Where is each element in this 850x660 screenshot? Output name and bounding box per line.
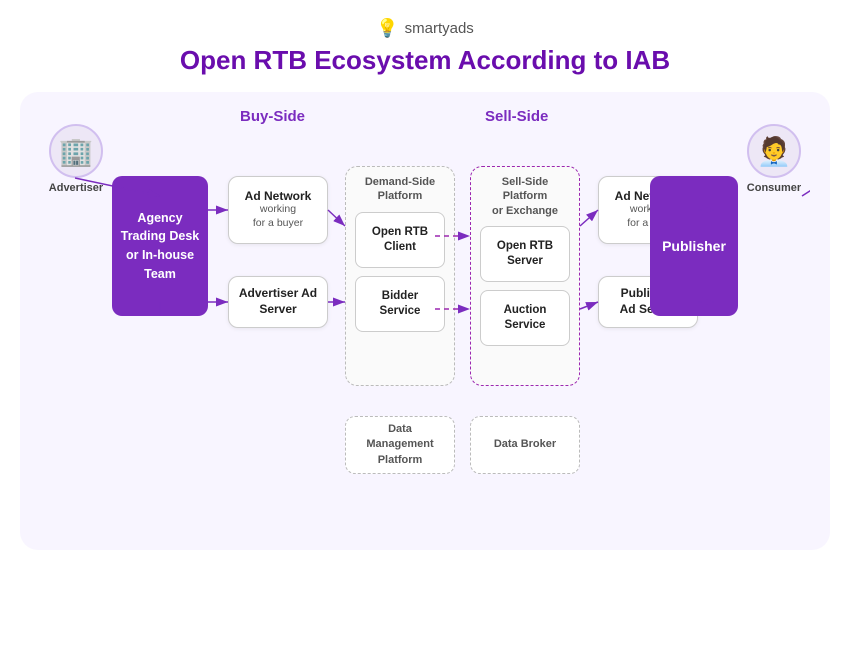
consumer-area: 🧑‍💼 Consumer (740, 124, 808, 194)
ssp-label: Sell-Side Platform or Exchange (492, 175, 558, 218)
dsp-label: Demand-Side Platform (365, 175, 435, 204)
consumer-label: Consumer (747, 182, 801, 194)
ad-network-buyer: Ad Network working for a buyer (228, 176, 328, 244)
dsp-box: Demand-Side Platform Open RTBClient Bidd… (345, 166, 455, 386)
bidder-service: BidderService (355, 276, 445, 332)
open-rtb-server: Open RTBServer (480, 226, 570, 282)
advertiser-icon: 🏢 (49, 124, 103, 178)
diagram-container: Buy-Side Sell-Side 🏢 Advertiser 🧑‍💼 Cons… (20, 92, 830, 550)
logo-area: 💡 smartyads (376, 18, 474, 39)
open-rtb-client: Open RTBClient (355, 212, 445, 268)
publisher: Publisher (650, 176, 738, 316)
page: 💡 smartyads Open RTB Ecosystem According… (0, 0, 850, 660)
dmp-label: DataManagementPlatform (366, 422, 433, 468)
data-broker: Data Broker (470, 416, 580, 474)
advertiser-ad-server-title: Advertiser Ad Server (229, 286, 327, 317)
ad-network-buyer-sub: working for a buyer (253, 203, 303, 230)
logo-text: smartyads (405, 20, 474, 37)
page-title: Open RTB Ecosystem According to IAB (180, 45, 670, 76)
dmp: DataManagementPlatform (345, 416, 455, 474)
consumer-icon: 🧑‍💼 (747, 124, 801, 178)
agency-trading-desk: Agency Trading Desk or In-house Team (112, 176, 208, 316)
advertiser-area: 🏢 Advertiser (42, 124, 110, 194)
advertiser-label: Advertiser (49, 182, 103, 194)
auction-service: AuctionService (480, 290, 570, 346)
ssp-box: Sell-Side Platform or Exchange Open RTBS… (470, 166, 580, 386)
data-broker-label: Data Broker (494, 437, 556, 452)
ad-network-buyer-title: Ad Network (245, 189, 312, 203)
logo-icon: 💡 (376, 18, 398, 39)
advertiser-ad-server: Advertiser Ad Server (228, 276, 328, 328)
